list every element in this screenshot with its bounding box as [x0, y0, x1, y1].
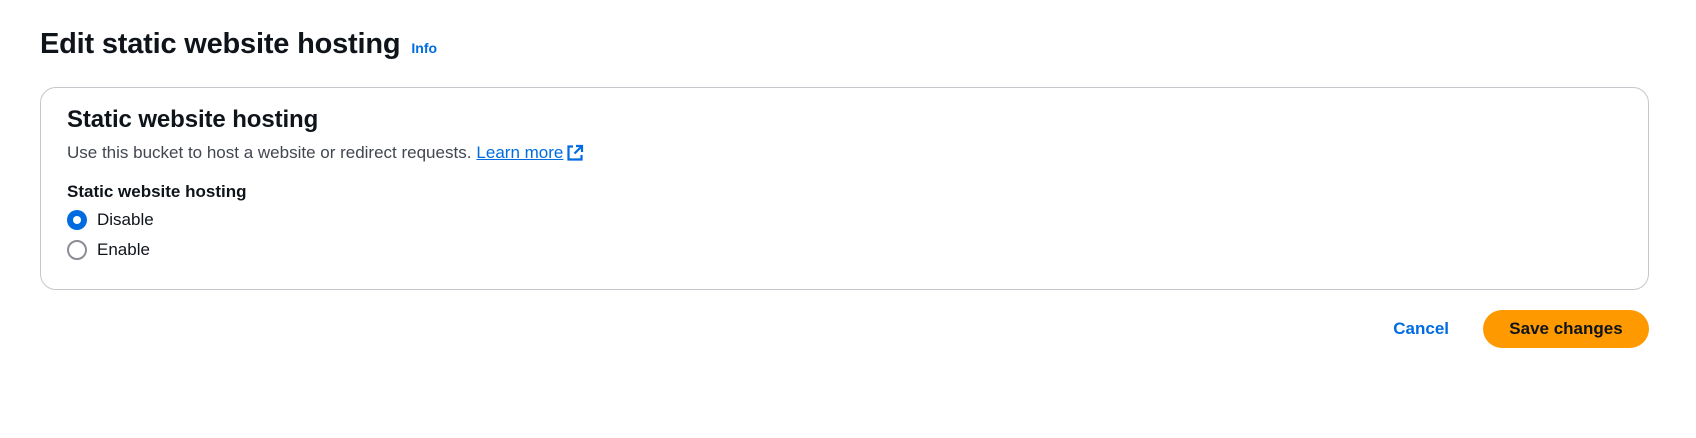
learn-more-label: Learn more — [476, 143, 564, 162]
radio-option-enable[interactable]: Enable — [67, 240, 150, 260]
form-actions: Cancel Save changes — [1373, 310, 1649, 348]
description-text: Use this bucket to host a website or red… — [67, 143, 472, 162]
cancel-button[interactable]: Cancel — [1373, 310, 1469, 348]
container-title: Static website hosting — [67, 106, 319, 133]
info-link[interactable]: Info — [411, 40, 437, 56]
radio-option-disable[interactable]: Disable — [67, 210, 154, 230]
radio-label-disable: Disable — [97, 210, 154, 229]
static-website-hosting-container: Static website hosting Use this bucket t… — [40, 87, 1649, 290]
save-changes-button[interactable]: Save changes — [1483, 310, 1649, 348]
page-header: Edit static website hosting Info — [40, 28, 437, 61]
external-link-icon — [567, 144, 584, 161]
page-title: Edit static website hosting — [40, 28, 401, 60]
radio-button-enable[interactable] — [67, 240, 87, 260]
learn-more-link[interactable]: Learn more — [476, 143, 584, 163]
radio-button-disable[interactable] — [67, 210, 87, 230]
hosting-field-label: Static website hosting — [67, 182, 247, 201]
container-description: Use this bucket to host a website or red… — [67, 143, 584, 163]
radio-label-enable: Enable — [97, 240, 150, 259]
